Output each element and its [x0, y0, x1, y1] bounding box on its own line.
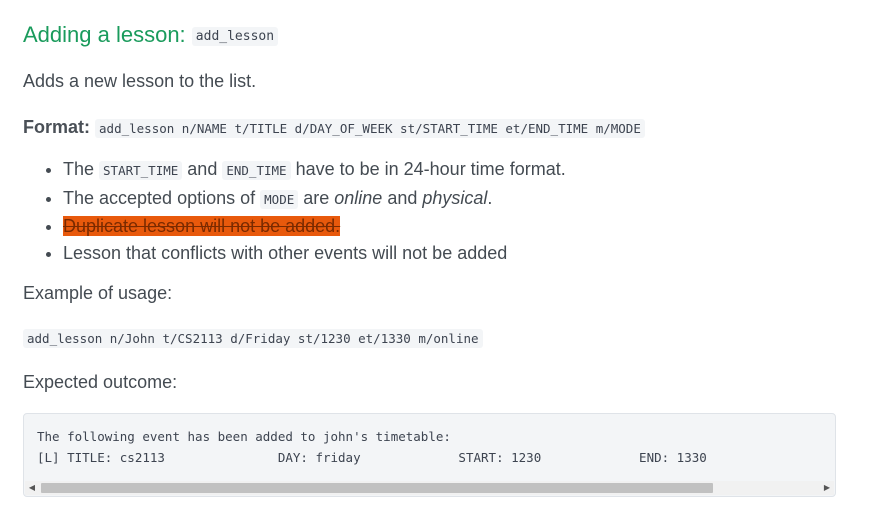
list-item: Lesson that conflicts with other events …: [63, 240, 566, 267]
section-heading: Adding a lesson: add_lesson: [23, 20, 279, 54]
example-line: add_lesson n/John t/CS2113 d/Friday st/1…: [23, 326, 483, 350]
bullet-text: Lesson that conflicts with other events …: [63, 242, 508, 263]
example-code: add_lesson n/John t/CS2113 d/Friday st/1…: [23, 329, 483, 348]
scroll-right-arrow-icon[interactable]: ▶: [820, 481, 834, 495]
heading-code: add_lesson: [191, 27, 279, 46]
description: Adds a new lesson to the list.: [23, 71, 257, 91]
list-item: Duplicate lesson will not be added.: [63, 213, 566, 240]
bullet-text: and: [182, 159, 223, 179]
outcome-code-block: The following event has been added to jo…: [23, 413, 836, 497]
format-code: add_lesson n/NAME t/TITLE d/DAY_OF_WEEK …: [95, 119, 645, 138]
end-time-code: END_TIME: [222, 161, 291, 180]
physical-text: physical: [422, 187, 488, 208]
outcome-output: The following event has been added to jo…: [24, 414, 835, 468]
format-label: Format:: [23, 117, 90, 137]
bullet-text: are: [298, 187, 335, 208]
bullet-text: and: [382, 187, 423, 208]
scrollbar-thumb[interactable]: [41, 483, 713, 493]
horizontal-scrollbar[interactable]: ◀ ▶: [25, 481, 834, 495]
bullet-text: The: [63, 159, 100, 179]
notes-list: The START_TIME and END_TIME have to be i…: [23, 156, 566, 266]
example-label: Example of usage:: [23, 283, 173, 303]
bullet-text: have to be in 24-hour time format.: [290, 159, 566, 179]
format-line: Format: add_lesson n/NAME t/TITLE d/DAY_…: [23, 115, 645, 141]
list-item: The accepted options of MODE are online …: [63, 185, 566, 214]
scroll-left-arrow-icon[interactable]: ◀: [25, 481, 39, 495]
bullet-text: .: [487, 187, 493, 208]
heading-text: Adding a lesson:: [23, 22, 186, 47]
bullet-text: The accepted options of: [63, 187, 261, 208]
struck-highlight-text: Duplicate lesson will not be added.: [63, 216, 341, 236]
online-text: online: [334, 187, 383, 208]
document-page: Adding a lesson: add_lesson Adds a new l…: [0, 0, 881, 518]
mode-code: MODE: [260, 189, 299, 209]
start-time-code: START_TIME: [99, 161, 183, 180]
output-line-2: [L] TITLE: cs2113 DAY: friday START: 123…: [37, 450, 707, 465]
output-line-1: The following event has been added to jo…: [37, 429, 451, 444]
outcome-label: Expected outcome:: [23, 372, 178, 392]
list-item: The START_TIME and END_TIME have to be i…: [63, 156, 566, 185]
